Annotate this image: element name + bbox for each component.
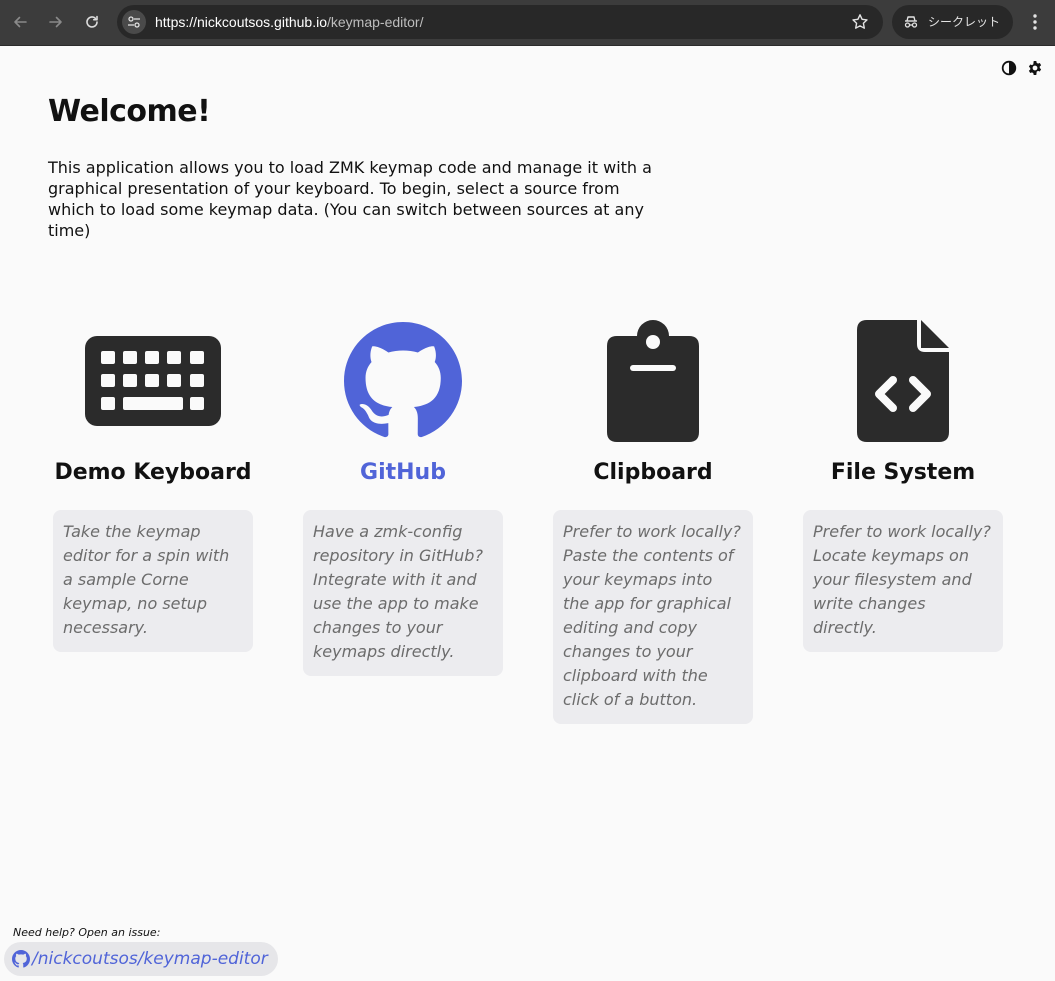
help-note: Need help? Open an issue: — [13, 926, 161, 939]
browser-toolbar: https://nickcoutsos.github.io/keymap-edi… — [0, 0, 1055, 46]
github-icon — [12, 950, 30, 968]
source-description: Prefer to work locally? Locate keymaps o… — [803, 510, 1003, 652]
arrow-right-icon — [49, 16, 62, 28]
page-content: Welcome! This application allows you to … — [0, 46, 1055, 981]
source-github[interactable]: GitHub Have a zmk-config repository in G… — [278, 316, 528, 736]
url-path: /keymap-editor/ — [327, 14, 424, 30]
incognito-label: シークレット — [928, 15, 1001, 29]
source-art — [28, 316, 278, 446]
reload-button[interactable] — [80, 10, 104, 34]
source-demo-keyboard[interactable]: Demo Keyboard Take the keymap editor for… — [28, 316, 278, 736]
site-info-button[interactable] — [122, 10, 146, 34]
source-art — [278, 316, 528, 446]
clipboard-icon — [607, 320, 699, 442]
github-icon — [344, 322, 462, 438]
incognito-icon — [904, 16, 918, 28]
page-title: Welcome! — [48, 94, 211, 129]
source-title: GitHub — [360, 460, 446, 485]
url-host: https://nickcoutsos.github.io — [155, 14, 327, 30]
tune-icon — [128, 16, 140, 28]
source-art — [528, 316, 778, 446]
forward-button[interactable] — [44, 10, 68, 34]
source-clipboard[interactable]: Clipboard Prefer to work locally? Paste … — [528, 316, 778, 736]
source-description: Have a zmk-config repository in GitHub? … — [303, 510, 503, 676]
arrow-left-icon — [14, 16, 27, 28]
back-button[interactable] — [8, 10, 32, 34]
incognito-chip[interactable]: シークレット — [892, 5, 1013, 39]
more-menu-icon[interactable] — [1025, 10, 1045, 34]
source-description: Prefer to work locally? Paste the conten… — [553, 510, 753, 724]
keyboard-icon — [85, 336, 221, 426]
reload-icon — [86, 15, 98, 28]
bookmark-star-icon[interactable] — [851, 13, 869, 31]
address-bar[interactable]: https://nickcoutsos.github.io/keymap-edi… — [117, 5, 883, 39]
source-art — [778, 316, 1028, 446]
repo-link[interactable]: /nickcoutsos/keymap-editor — [4, 942, 278, 976]
source-file-system[interactable]: File System Prefer to work locally? Loca… — [778, 316, 1028, 736]
intro-text: This application allows you to load ZMK … — [48, 158, 652, 240]
source-title: Clipboard — [593, 460, 713, 485]
file-code-icon — [857, 320, 949, 442]
source-options: Demo Keyboard Take the keymap editor for… — [28, 316, 1028, 736]
top-right-controls — [1001, 60, 1043, 76]
repo-link-label: /nickcoutsos/keymap-editor — [32, 949, 268, 969]
url-text[interactable]: https://nickcoutsos.github.io/keymap-edi… — [155, 5, 423, 39]
source-title: File System — [830, 460, 976, 485]
settings-gear-icon[interactable] — [1027, 60, 1043, 76]
source-description: Take the keymap editor for a spin with a… — [53, 510, 253, 652]
theme-toggle-icon[interactable] — [1001, 60, 1017, 76]
source-title: Demo Keyboard — [54, 460, 252, 485]
